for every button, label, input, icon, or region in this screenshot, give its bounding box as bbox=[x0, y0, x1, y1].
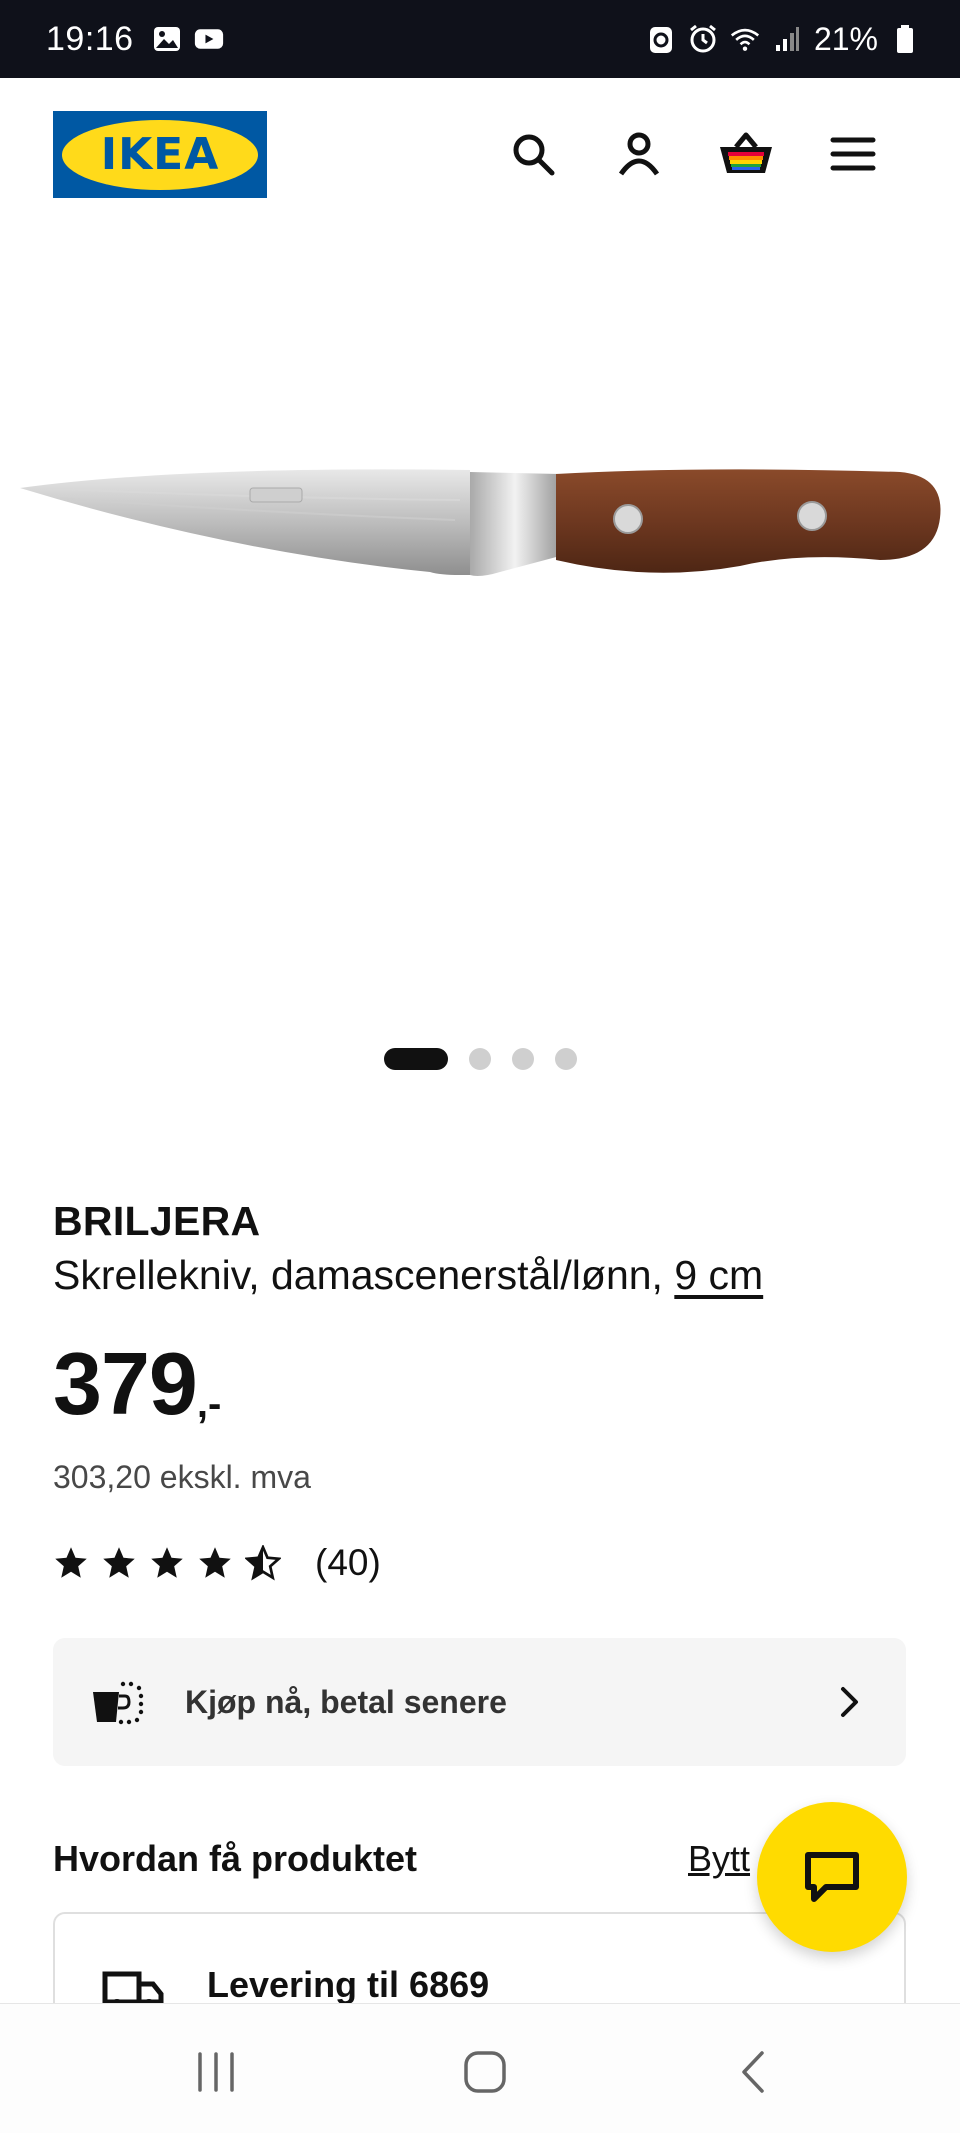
image-icon bbox=[152, 24, 182, 54]
price-main: 379 bbox=[53, 1334, 198, 1433]
cup-icon bbox=[93, 1681, 144, 1725]
carousel-dot[interactable] bbox=[554, 1048, 577, 1070]
search-icon bbox=[513, 134, 555, 176]
status-bar: 19:16 21% bbox=[0, 0, 960, 78]
rating-stars bbox=[53, 1545, 281, 1581]
home-icon bbox=[464, 2051, 506, 2093]
price-suffix: ,- bbox=[196, 1382, 222, 1426]
carousel-dot[interactable] bbox=[468, 1048, 491, 1070]
recycle-icon bbox=[646, 24, 676, 54]
youtube-icon bbox=[194, 24, 224, 54]
rating-count: (40) bbox=[315, 1542, 381, 1583]
product-name: BRILJERA bbox=[53, 1198, 261, 1244]
battery-percent: 21% bbox=[813, 20, 878, 57]
back-button[interactable] bbox=[724, 2042, 784, 2102]
carousel-indicator bbox=[0, 1048, 960, 1070]
app-header: IKEA bbox=[0, 78, 960, 230]
search-button[interactable] bbox=[502, 123, 564, 185]
signal-icon bbox=[772, 24, 802, 54]
recent-apps-button[interactable] bbox=[186, 2042, 246, 2102]
product-price: 379 ,- bbox=[53, 1340, 221, 1428]
menu-icon bbox=[830, 137, 876, 171]
delivery-title: Levering til 6869 bbox=[207, 1964, 490, 2005]
chat-button[interactable] bbox=[757, 1802, 907, 1952]
delivery-heading: Hvordan få produktet bbox=[53, 1838, 418, 1879]
change-store-link[interactable]: Bytt bbox=[688, 1838, 750, 1880]
star-icon bbox=[103, 1547, 135, 1578]
ikea-logo[interactable]: IKEA bbox=[53, 111, 267, 198]
account-icon bbox=[618, 132, 660, 176]
price-excl-vat: 303,20 ekskl. mva bbox=[53, 1459, 311, 1495]
rating[interactable]: (40) bbox=[53, 1542, 381, 1584]
star-icon bbox=[199, 1547, 231, 1578]
carousel-dot[interactable] bbox=[511, 1048, 534, 1070]
chat-icon bbox=[805, 1852, 859, 1902]
product-image[interactable] bbox=[0, 230, 960, 1030]
back-icon bbox=[742, 2051, 764, 2093]
basket-button[interactable] bbox=[715, 123, 777, 185]
carousel-dot-active[interactable] bbox=[383, 1048, 448, 1070]
size-link[interactable]: 9 cm bbox=[674, 1252, 763, 1298]
home-button[interactable] bbox=[455, 2042, 515, 2102]
star-half-icon bbox=[245, 1545, 281, 1581]
product-description: Skrellekniv, damascenerstål/lønn, 9 cm bbox=[53, 1252, 763, 1299]
battery-icon bbox=[890, 24, 920, 54]
account-button[interactable] bbox=[608, 123, 670, 185]
status-time: 19:16 bbox=[46, 19, 134, 58]
pay-later-button[interactable]: Kjøp nå, betal senere bbox=[53, 1638, 906, 1766]
alarm-icon bbox=[688, 24, 718, 54]
recent-apps-icon bbox=[198, 2052, 234, 2092]
basket-icon bbox=[720, 132, 772, 173]
pay-later-label: Kjøp nå, betal senere bbox=[185, 1683, 507, 1720]
product-description-text: Skrellekniv, damascenerstål/lønn, bbox=[53, 1252, 675, 1298]
star-icon bbox=[151, 1547, 183, 1578]
menu-button[interactable] bbox=[822, 123, 884, 185]
star-icon bbox=[55, 1547, 87, 1578]
wifi-icon bbox=[730, 24, 760, 54]
system-nav-bar bbox=[0, 2003, 960, 2133]
logo-text: IKEA bbox=[100, 129, 220, 180]
chevron-right-icon bbox=[841, 1687, 858, 1717]
